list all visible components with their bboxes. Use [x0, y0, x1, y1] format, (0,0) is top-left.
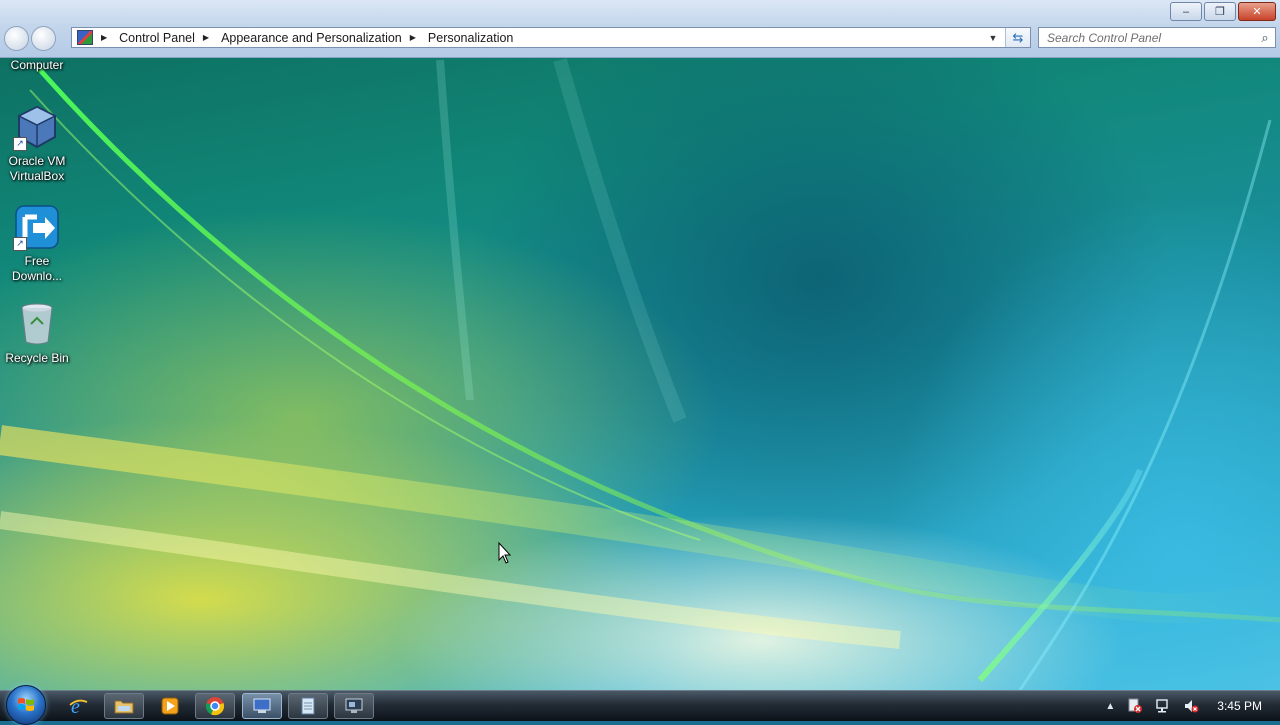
free-download-manager-icon: ↗ [13, 203, 61, 251]
desktop-icon-recycle-bin[interactable]: Recycle Bin [0, 300, 74, 366]
taskbar-media-player[interactable] [150, 693, 190, 719]
address-history-dropdown-icon[interactable]: ▼ [984, 28, 1002, 47]
aurora-swoosh-graphic [0, 58, 1280, 690]
internet-explorer-icon: e [69, 696, 88, 716]
restore-button[interactable]: ❐ [1204, 2, 1236, 21]
taskbar-internet-explorer[interactable]: e [58, 693, 98, 719]
chrome-icon [205, 697, 225, 716]
breadcrumb-appearance-and-personalization[interactable]: Appearance and Personalization [221, 31, 402, 45]
svg-text:e: e [71, 696, 80, 716]
desktop-icon-label: Free Downlo... [11, 254, 63, 283]
taskbar-control-panel[interactable] [242, 693, 282, 719]
start-button[interactable] [6, 685, 46, 725]
mouse-cursor [498, 541, 512, 564]
window-controls: – ❐ ✕ [1170, 2, 1276, 21]
folder-icon [114, 700, 134, 714]
taskbar-windows-explorer[interactable] [104, 693, 144, 719]
media-player-icon [161, 697, 179, 715]
desktop-icon-free-download-manager[interactable]: ↗ Free Downlo... [0, 203, 74, 284]
show-hidden-icons-icon[interactable]: ▲ [1105, 701, 1115, 712]
network-icon[interactable] [1155, 698, 1171, 714]
taskbar-chrome[interactable] [195, 693, 235, 719]
breadcrumb-personalization[interactable]: Personalization [428, 31, 513, 45]
recycle-bin-icon [13, 300, 61, 348]
search-input[interactable] [1045, 29, 1255, 46]
desktop-icon-label: Computer [10, 58, 64, 72]
close-button[interactable]: ✕ [1238, 2, 1276, 21]
breadcrumb-separator-icon[interactable]: ▶ [101, 33, 107, 42]
desktop-icon-virtualbox[interactable]: ↗ Oracle VM VirtualBox [0, 103, 74, 184]
control-panel-icon [77, 30, 93, 45]
address-bar[interactable]: ▶ Control Panel ▶ Appearance and Persona… [71, 27, 1031, 48]
breadcrumb-control-panel[interactable]: Control Panel [119, 31, 195, 45]
desktop-wallpaper: Computer ↗ Oracle VM VirtualBox ↗ Free D… [0, 0, 1280, 690]
search-icon[interactable]: ⌕ [1255, 30, 1275, 46]
control-panel-icon [253, 698, 271, 713]
taskbar: e ▲ 3:45 PM [0, 685, 1280, 725]
search-box[interactable]: ⌕ [1038, 27, 1276, 48]
taskbar-remote-desktop[interactable] [334, 693, 374, 719]
minimize-button[interactable]: – [1170, 2, 1202, 21]
desktop-icon-label: Recycle Bin [5, 351, 69, 365]
shortcut-arrow-icon: ↗ [13, 237, 27, 251]
explorer-navigation-bar: – ❐ ✕ ▶ Control Panel ▶ Appearance and P… [0, 0, 1280, 58]
windows-logo-icon [18, 698, 34, 711]
back-button[interactable] [4, 26, 29, 51]
taskbar-notepad[interactable] [288, 693, 328, 719]
shortcut-arrow-icon: ↗ [13, 137, 27, 151]
action-center-warning-icon[interactable] [1127, 698, 1143, 714]
system-tray: ▲ 3:45 PM [1099, 691, 1280, 721]
monitor-icon [345, 698, 363, 713]
volume-muted-icon[interactable] [1183, 698, 1199, 714]
desktop-icon-computer[interactable]: Computer [0, 58, 74, 73]
forward-button[interactable] [31, 26, 56, 51]
breadcrumb-separator-icon[interactable]: ▶ [203, 33, 209, 42]
virtualbox-icon: ↗ [13, 103, 61, 151]
notepad-icon [301, 697, 315, 715]
breadcrumb-separator-icon[interactable]: ▶ [410, 33, 416, 42]
taskbar-clock[interactable]: 3:45 PM [1217, 699, 1262, 713]
refresh-icon[interactable]: ⇆ [1005, 28, 1030, 47]
desktop-icon-label: Oracle VM VirtualBox [8, 154, 66, 183]
